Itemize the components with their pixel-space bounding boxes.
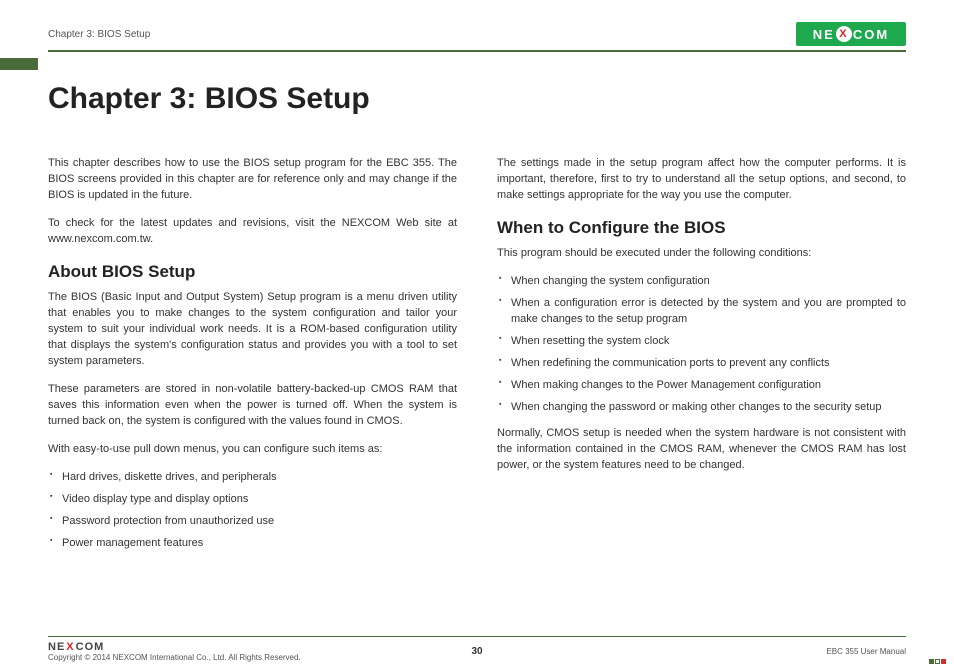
about-paragraph-1: The BIOS (Basic Input and Output System)…	[48, 290, 457, 370]
list-item: Password protection from unauthorized us…	[48, 514, 457, 530]
two-column-layout: This chapter describes how to use the BI…	[48, 156, 906, 562]
about-paragraph-2: These parameters are stored in non-volat…	[48, 382, 457, 430]
cmos-note: Normally, CMOS setup is needed when the …	[497, 426, 906, 474]
footer-logo-x-icon: X	[66, 641, 74, 653]
side-tab-mark	[0, 58, 38, 70]
config-items-list: Hard drives, diskette drives, and periph…	[48, 470, 457, 552]
intro-paragraph-2: To check for the latest updates and revi…	[48, 216, 457, 248]
page-header: Chapter 3: BIOS Setup NEXCOM	[48, 20, 906, 48]
conditions-list: When changing the system configuration W…	[497, 274, 906, 416]
footer-logo-left: NE	[48, 641, 65, 653]
conditions-intro: This program should be executed under th…	[497, 246, 906, 262]
list-item: Power management features	[48, 536, 457, 552]
copyright-text: Copyright © 2014 NEXCOM International Co…	[48, 653, 301, 662]
settings-paragraph: The settings made in the setup program a…	[497, 156, 906, 204]
breadcrumb: Chapter 3: BIOS Setup	[48, 29, 150, 40]
nexcom-logo: NEXCOM	[796, 22, 906, 46]
page-footer: NEXCOM Copyright © 2014 NEXCOM Internati…	[48, 636, 906, 672]
footer-left: NEXCOM Copyright © 2014 NEXCOM Internati…	[48, 641, 301, 662]
heading-about-bios: About BIOS Setup	[48, 260, 457, 285]
footer-logo-right: COM	[76, 641, 105, 653]
list-item: When a configuration error is detected b…	[497, 296, 906, 328]
chapter-title: Chapter 3: BIOS Setup	[48, 82, 906, 116]
left-column: This chapter describes how to use the BI…	[48, 156, 457, 562]
logo-part-left: NE	[813, 27, 835, 42]
list-item: When changing the system configuration	[497, 274, 906, 290]
manual-name: EBC 355 User Manual	[826, 647, 906, 656]
list-item: When redefining the communication ports …	[497, 356, 906, 372]
list-item: When resetting the system clock	[497, 334, 906, 350]
list-item: Video display type and display options	[48, 492, 457, 508]
footer-logo: NEXCOM	[48, 641, 104, 653]
page-content: Chapter 3: BIOS Setup This chapter descr…	[48, 52, 906, 636]
list-item: Hard drives, diskette drives, and periph…	[48, 470, 457, 486]
footer-color-mark-icon	[929, 659, 946, 664]
about-paragraph-3: With easy-to-use pull down menus, you ca…	[48, 442, 457, 458]
page-number: 30	[471, 646, 482, 657]
logo-part-right: COM	[853, 27, 889, 42]
heading-when-configure: When to Configure the BIOS	[497, 216, 906, 241]
list-item: When changing the password or making oth…	[497, 400, 906, 416]
intro-paragraph-1: This chapter describes how to use the BI…	[48, 156, 457, 204]
right-column: The settings made in the setup program a…	[497, 156, 906, 562]
logo-x-icon: X	[836, 26, 852, 42]
list-item: When making changes to the Power Managem…	[497, 378, 906, 394]
